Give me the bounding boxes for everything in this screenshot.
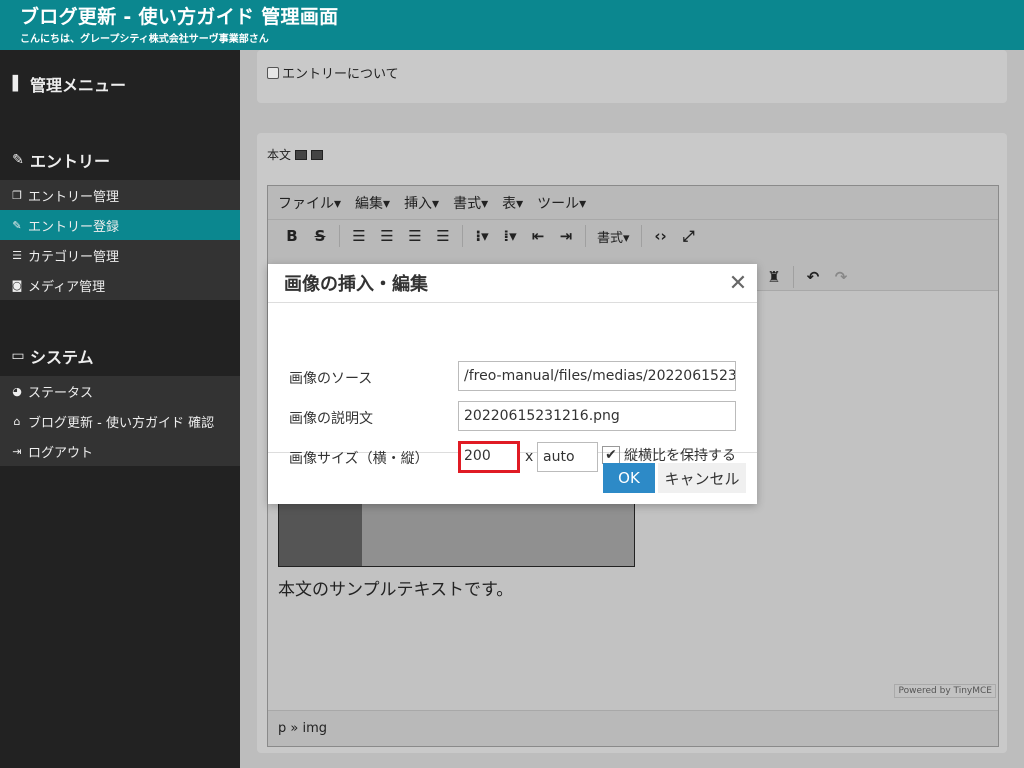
ok-button[interactable]: OK (603, 463, 655, 493)
greeting-text: こんにちは、グレープシティ株式会社サーヴ事業部さん (20, 34, 269, 45)
sidebar-item-site-view[interactable]: ⌂ ブログ更新 - 使い方ガイド 確認 (0, 406, 240, 436)
sidebar-heading-entry: ✎ エントリー (0, 140, 240, 180)
sidebar-item-label: ステータス (28, 385, 94, 401)
menu-insert[interactable]: 挿入▾ (404, 193, 439, 213)
powered-by-label: Powered by TinyMCE (894, 684, 996, 698)
menu-tools[interactable]: ツール▾ (537, 193, 586, 213)
sidebar-item-entry-register[interactable]: ✎ エントリー登録 (0, 210, 240, 240)
add-image-icon[interactable] (311, 149, 324, 160)
inserted-image[interactable] (278, 501, 635, 567)
entry-about-checkbox-row[interactable]: エントリーについて (267, 63, 399, 82)
home-icon: ⌂ (13, 414, 21, 428)
align-left-icon[interactable]: ☰ (345, 223, 373, 249)
element-path: p » img (278, 721, 327, 736)
editor-toolbar: B S ☰ ☰ ☰ ☰ ⁝▾ ⁞▾ ⇤ ⇥ 書式▾ ‹› ⤢ (268, 220, 998, 252)
cancel-button[interactable]: キャンセル (658, 463, 746, 493)
description-input[interactable]: 20220615231216.png (458, 401, 736, 431)
sidebar-item-label: エントリー管理 (28, 189, 120, 205)
dialog-body: 画像のソース /freo-manual/files/medias/2022061… (268, 303, 757, 473)
sample-body-text: 本文のサンプルテキストです。 (278, 580, 514, 600)
sidebar-item-label: カテゴリー管理 (28, 249, 120, 265)
sidebar-item-label: エントリー登録 (28, 219, 120, 235)
undo-icon[interactable]: ↶ (799, 264, 827, 290)
sidebar-item-label: メディア管理 (28, 279, 106, 295)
numbered-list-icon[interactable]: ⁞▾ (496, 223, 524, 249)
edit-icon: ✎ (12, 218, 22, 232)
align-center-icon[interactable]: ☰ (373, 223, 401, 249)
dialog-header: 画像の挿入・編集 ✕ (268, 264, 757, 303)
menu-edit[interactable]: 編集▾ (355, 193, 390, 213)
sidebar-item-label: ブログ更新 - 使い方ガイド 確認 (28, 415, 215, 431)
editor-statusbar: p » img (268, 710, 998, 746)
menu-table[interactable]: 表▾ (502, 193, 523, 213)
image-icon[interactable] (295, 149, 308, 160)
editor-toolbar-row2: ♜ ↶ ↷ (760, 264, 855, 290)
format-dropdown[interactable]: 書式▾ (591, 227, 636, 246)
align-right-icon[interactable]: ☰ (401, 223, 429, 249)
source-code-icon[interactable]: ‹› (647, 223, 675, 249)
menu-format[interactable]: 書式▾ (453, 193, 488, 213)
sidebar-heading-label: システム (30, 348, 94, 367)
editor-menubar: ファイル▾ 編集▾ 挿入▾ 書式▾ 表▾ ツール▾ (268, 186, 998, 220)
entry-options-panel: エントリーについて (257, 50, 1007, 103)
menu-file[interactable]: ファイル▾ (278, 193, 341, 213)
monitor-icon: ▭ (11, 348, 25, 364)
entry-about-checkbox[interactable] (267, 66, 279, 79)
body-label-row: 本文 (267, 146, 324, 163)
edit-icon: ✎ (12, 152, 24, 168)
redo-icon[interactable]: ↷ (827, 264, 855, 290)
sidebar-heading-label: エントリー (30, 152, 111, 171)
outdent-icon[interactable]: ⇤ (524, 223, 552, 249)
indent-icon[interactable]: ⇥ (552, 223, 580, 249)
bold-icon[interactable]: B (278, 223, 306, 249)
source-label: 画像のソース (289, 371, 373, 387)
dialog-title: 画像の挿入・編集 (284, 274, 428, 295)
source-input[interactable]: /freo-manual/files/medias/20220615231216 (458, 361, 736, 391)
sidebar-item-logout[interactable]: ⇥ ログアウト (0, 436, 240, 466)
camera-icon: ◙ (11, 278, 23, 292)
sidebar-item-category-manage[interactable]: ☰ カテゴリー管理 (0, 240, 240, 270)
align-justify-icon[interactable]: ☰ (429, 223, 457, 249)
bullet-list-icon[interactable]: ⁝▾ (468, 223, 496, 249)
description-label: 画像の説明文 (289, 411, 373, 427)
list-icon: ☰ (12, 248, 22, 262)
strikethrough-icon[interactable]: S (306, 223, 334, 249)
sidebar-item-media-manage[interactable]: ◙ メディア管理 (0, 270, 240, 300)
dialog-footer: OK キャンセル (268, 453, 757, 503)
sidebar-item-label: ログアウト (28, 445, 94, 461)
sidebar-heading-label: 管理メニュー (30, 76, 127, 95)
pie-chart-icon: ◕ (12, 384, 22, 398)
page-title: ブログ更新 - 使い方ガイド 管理画面 (20, 6, 339, 28)
image-insert-dialog: 画像の挿入・編集 ✕ 画像のソース /freo-manual/files/med… (268, 264, 757, 504)
copy-icon: ❐ (12, 188, 22, 202)
sidebar-item-entry-manage[interactable]: ❐ エントリー管理 (0, 180, 240, 210)
sidebar-item-status[interactable]: ◕ ステータス (0, 376, 240, 406)
close-icon[interactable]: ✕ (719, 271, 757, 296)
sidebar-heading-menu: ▌ 管理メニュー (0, 64, 240, 104)
find-replace-icon[interactable]: ♜ (760, 264, 788, 290)
app-header: ブログ更新 - 使い方ガイド 管理画面 こんにちは、グレープシティ株式会社サーヴ… (0, 0, 1024, 50)
fullscreen-icon[interactable]: ⤢ (675, 223, 703, 249)
entry-about-label: エントリーについて (282, 67, 399, 82)
body-label: 本文 (267, 148, 292, 162)
bookmark-icon: ▌ (12, 76, 24, 92)
sidebar: ▌ 管理メニュー ✎ エントリー ❐ エントリー管理 ✎ エントリー登録 ☰ カ… (0, 50, 240, 768)
sidebar-heading-system: ▭ システム (0, 336, 240, 376)
logout-icon: ⇥ (12, 444, 22, 458)
